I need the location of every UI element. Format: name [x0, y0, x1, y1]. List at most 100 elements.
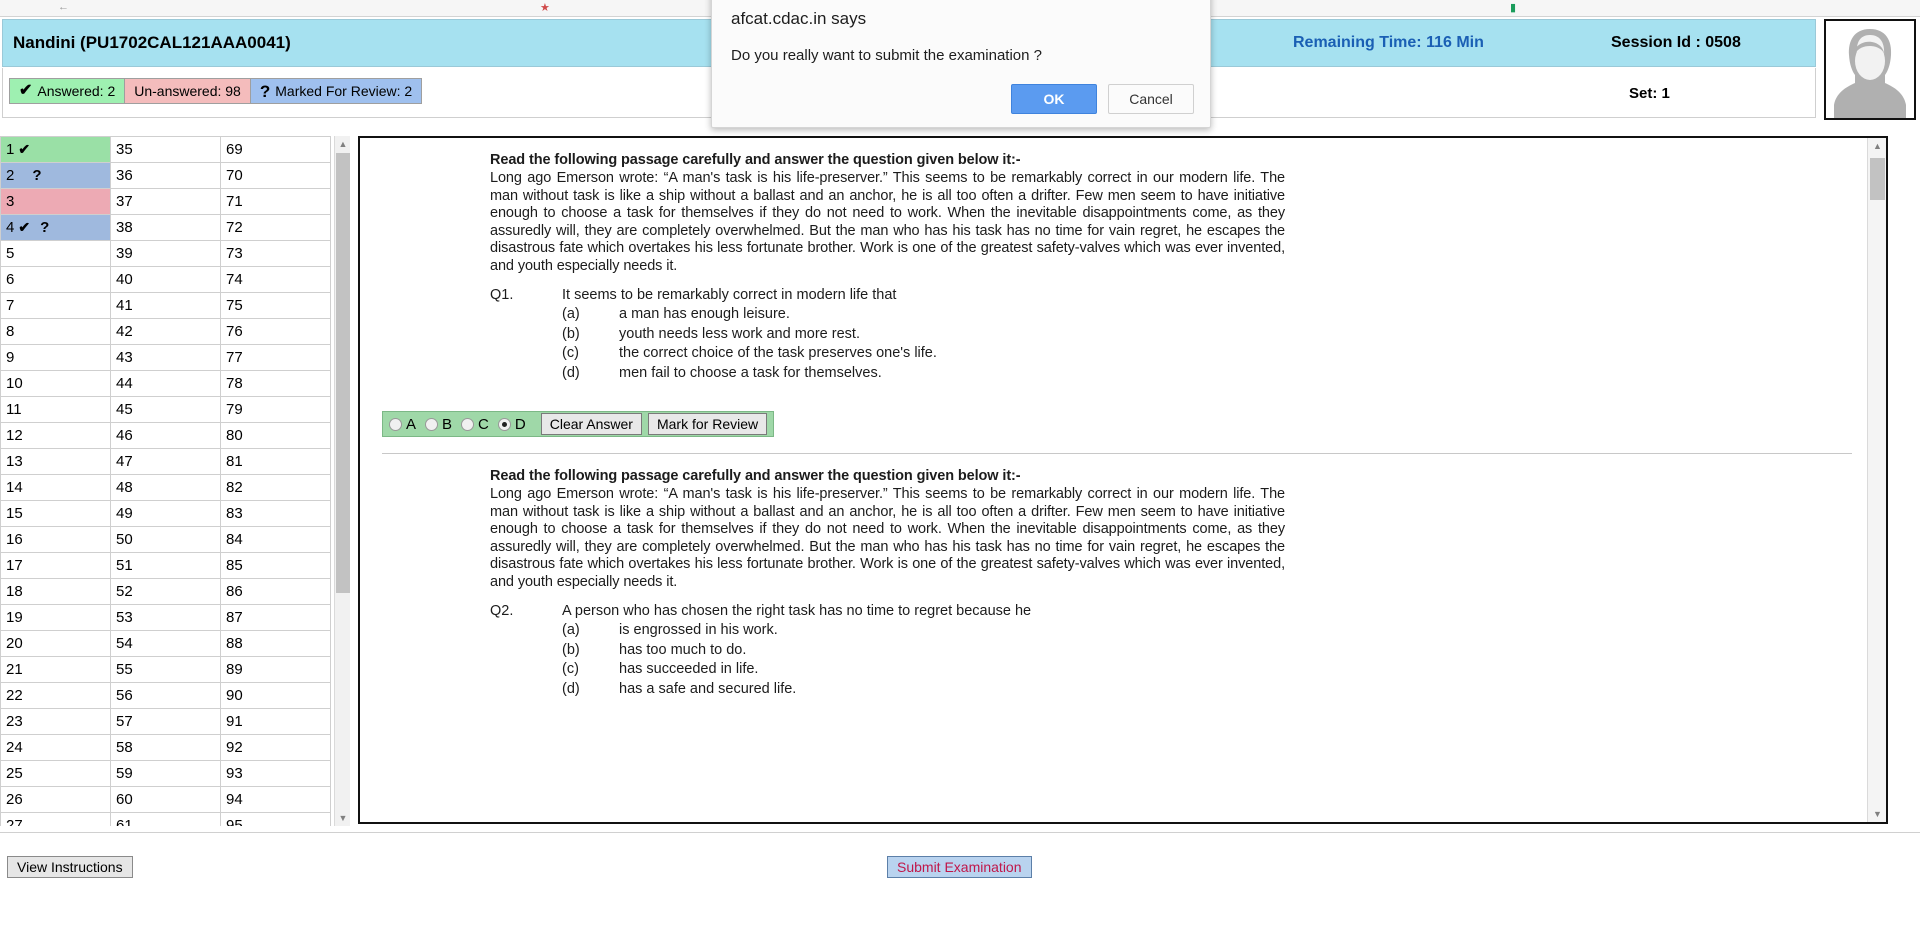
option-row-c[interactable]: (c) has succeeded in life. [490, 660, 1285, 680]
palette-question-16[interactable]: 16 [0, 526, 111, 553]
palette-question-95[interactable]: 95 [220, 812, 331, 826]
palette-question-3[interactable]: 3 [0, 188, 111, 215]
option-row-b[interactable]: (b) youth needs less work and more rest. [490, 325, 1285, 345]
palette-question-5[interactable]: 5 [0, 240, 111, 267]
palette-question-58[interactable]: 58 [110, 734, 221, 761]
scroll-down-icon[interactable]: ▼ [1868, 806, 1886, 822]
palette-question-40[interactable]: 40 [110, 266, 221, 293]
palette-question-36[interactable]: 36 [110, 162, 221, 189]
palette-question-76[interactable]: 76 [220, 318, 331, 345]
palette-question-10[interactable]: 10 [0, 370, 111, 397]
answer-option-c[interactable]: C [461, 416, 489, 433]
palette-question-91[interactable]: 91 [220, 708, 331, 735]
palette-question-4[interactable]: 4 ✔? [0, 214, 111, 241]
palette-question-39[interactable]: 39 [110, 240, 221, 267]
palette-question-14[interactable]: 14 [0, 474, 111, 501]
answer-option-a[interactable]: A [389, 416, 416, 433]
palette-question-50[interactable]: 50 [110, 526, 221, 553]
submit-examination-button[interactable]: Submit Examination [887, 856, 1032, 878]
palette-scrollbar[interactable]: ▲ ▼ [334, 136, 350, 826]
dialog-cancel-button[interactable]: Cancel [1108, 84, 1194, 114]
palette-question-89[interactable]: 89 [220, 656, 331, 683]
palette-question-47[interactable]: 47 [110, 448, 221, 475]
palette-question-12[interactable]: 12 [0, 422, 111, 449]
palette-question-15[interactable]: 15 [0, 500, 111, 527]
palette-question-38[interactable]: 38 [110, 214, 221, 241]
option-row-a[interactable]: (a) a man has enough leisure. [490, 305, 1285, 325]
radio-icon-c[interactable] [461, 417, 475, 431]
palette-question-44[interactable]: 44 [110, 370, 221, 397]
palette-question-85[interactable]: 85 [220, 552, 331, 579]
question-palette[interactable]: 1 ✔ 35 69 2? 36 70 3 37 71 4 ✔? 38 72 5 39 73 6 40 74 7 41 75 8… [0, 136, 340, 826]
answer-radio-group[interactable]: A B C D [389, 416, 535, 433]
palette-question-84[interactable]: 84 [220, 526, 331, 553]
palette-question-81[interactable]: 81 [220, 448, 331, 475]
palette-question-11[interactable]: 11 [0, 396, 111, 423]
clear-answer-button[interactable]: Clear Answer [540, 413, 642, 435]
palette-question-2[interactable]: 2? [0, 162, 111, 189]
palette-question-74[interactable]: 74 [220, 266, 331, 293]
palette-question-46[interactable]: 46 [110, 422, 221, 449]
palette-question-72[interactable]: 72 [220, 214, 331, 241]
palette-question-86[interactable]: 86 [220, 578, 331, 605]
palette-question-49[interactable]: 49 [110, 500, 221, 527]
mark-for-review-button[interactable]: Mark for Review [647, 413, 768, 435]
palette-question-22[interactable]: 22 [0, 682, 111, 709]
palette-question-77[interactable]: 77 [220, 344, 331, 371]
palette-question-59[interactable]: 59 [110, 760, 221, 787]
palette-question-43[interactable]: 43 [110, 344, 221, 371]
palette-question-27[interactable]: 27 [0, 812, 111, 826]
palette-question-73[interactable]: 73 [220, 240, 331, 267]
palette-question-88[interactable]: 88 [220, 630, 331, 657]
scroll-down-icon[interactable]: ▼ [335, 810, 351, 826]
option-row-a[interactable]: (a) is engrossed in his work. [490, 621, 1285, 641]
radio-icon-a[interactable] [389, 417, 402, 431]
palette-question-53[interactable]: 53 [110, 604, 221, 631]
palette-question-90[interactable]: 90 [220, 682, 331, 709]
answer-option-d[interactable]: D [497, 416, 526, 433]
palette-question-41[interactable]: 41 [110, 292, 221, 319]
palette-question-82[interactable]: 82 [220, 474, 331, 501]
view-instructions-button[interactable]: View Instructions [7, 856, 133, 878]
palette-question-55[interactable]: 55 [110, 656, 221, 683]
palette-scrollbar-thumb[interactable] [336, 153, 350, 593]
palette-question-19[interactable]: 19 [0, 604, 111, 631]
palette-question-18[interactable]: 18 [0, 578, 111, 605]
palette-question-48[interactable]: 48 [110, 474, 221, 501]
palette-question-20[interactable]: 20 [0, 630, 111, 657]
palette-question-13[interactable]: 13 [0, 448, 111, 475]
palette-question-61[interactable]: 61 [110, 812, 221, 826]
palette-question-17[interactable]: 17 [0, 552, 111, 579]
palette-question-78[interactable]: 78 [220, 370, 331, 397]
palette-question-75[interactable]: 75 [220, 292, 331, 319]
palette-question-83[interactable]: 83 [220, 500, 331, 527]
bookmark-icon[interactable]: ★ [540, 1, 550, 14]
palette-question-92[interactable]: 92 [220, 734, 331, 761]
scroll-up-icon[interactable]: ▲ [1868, 138, 1886, 154]
palette-question-37[interactable]: 37 [110, 188, 221, 215]
radio-icon-d[interactable] [497, 417, 511, 431]
palette-question-35[interactable]: 35 [110, 136, 221, 163]
palette-question-7[interactable]: 7 [0, 292, 111, 319]
palette-question-42[interactable]: 42 [110, 318, 221, 345]
palette-question-79[interactable]: 79 [220, 396, 331, 423]
extension-icon[interactable]: ▮ [1510, 1, 1516, 14]
palette-question-9[interactable]: 9 [0, 344, 111, 371]
palette-question-69[interactable]: 69 [220, 136, 331, 163]
palette-question-45[interactable]: 45 [110, 396, 221, 423]
question-scrollbar-thumb[interactable] [1870, 158, 1885, 200]
palette-question-52[interactable]: 52 [110, 578, 221, 605]
palette-question-94[interactable]: 94 [220, 786, 331, 813]
palette-question-57[interactable]: 57 [110, 708, 221, 735]
palette-question-8[interactable]: 8 [0, 318, 111, 345]
answer-option-b[interactable]: B [425, 416, 452, 433]
palette-question-54[interactable]: 54 [110, 630, 221, 657]
palette-question-23[interactable]: 23 [0, 708, 111, 735]
option-row-d[interactable]: (d) has a safe and secured life. [490, 680, 1285, 700]
question-palette-table[interactable]: 1 ✔ 35 69 2? 36 70 3 37 71 4 ✔? 38 72 5 39 73 6 40 74 7 41 75 8… [0, 136, 331, 826]
palette-question-70[interactable]: 70 [220, 162, 331, 189]
radio-icon-b[interactable] [425, 417, 439, 431]
option-row-d[interactable]: (d) men fail to choose a task for themse… [490, 364, 1285, 384]
palette-question-80[interactable]: 80 [220, 422, 331, 449]
palette-question-60[interactable]: 60 [110, 786, 221, 813]
